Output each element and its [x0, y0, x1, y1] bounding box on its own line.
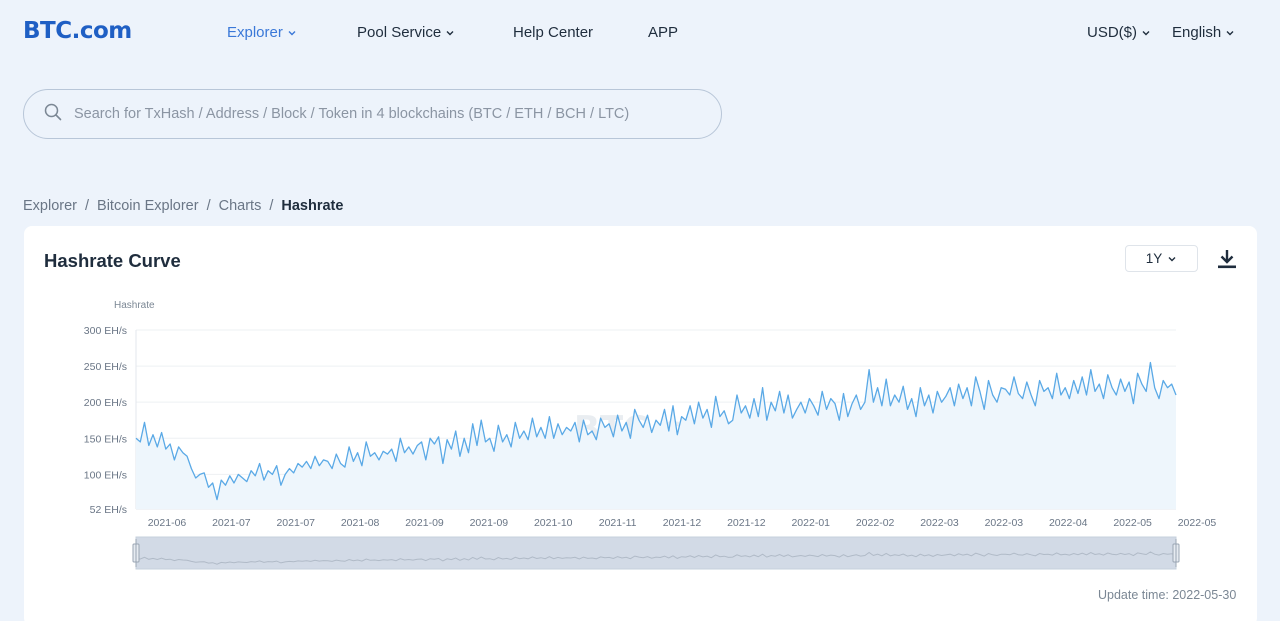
nav-pool-service[interactable]: Pool Service	[357, 24, 455, 41]
y-tick-label: 300 EH/s	[84, 325, 127, 337]
breadcrumb-separator: /	[206, 198, 211, 214]
breadcrumb-separator: /	[269, 198, 274, 214]
breadcrumb-bitcoin-explorer[interactable]: Bitcoin Explorer	[97, 198, 199, 214]
y-tick-label: 250 EH/s	[84, 361, 127, 373]
nav-help-center[interactable]: Help Center	[513, 24, 593, 41]
hashrate-area	[136, 362, 1176, 509]
x-tick-label: 2022-03	[920, 517, 959, 529]
x-tick-label: 2021-11	[599, 517, 637, 529]
y-tick-label: 100 EH/s	[84, 469, 127, 481]
x-tick-label: 2022-05	[1113, 517, 1152, 529]
search-icon	[44, 103, 62, 126]
chevron-down-icon	[1141, 28, 1151, 38]
hashrate-chart: BTC.comHashrate52 EH/s100 EH/s150 EH/s20…	[84, 300, 1217, 570]
currency-label: USD($)	[1087, 24, 1138, 41]
search-input[interactable]	[74, 106, 674, 122]
x-tick-label: 2021-06	[148, 517, 187, 529]
chevron-down-icon	[1225, 28, 1235, 38]
zoom-slider	[135, 536, 1177, 570]
y-tick-label: 52 EH/s	[90, 504, 127, 516]
breadcrumb-charts[interactable]: Charts	[219, 198, 262, 214]
language-label: English	[1172, 24, 1222, 41]
breadcrumb-separator: /	[85, 198, 90, 214]
x-tick-label: 2022-01	[791, 517, 830, 529]
nav-help-center-label: Help Center	[513, 24, 594, 41]
update-time: Update time: 2022-05-30	[1098, 588, 1237, 602]
currency-selector[interactable]: USD($)	[1087, 24, 1151, 41]
breadcrumb-hashrate: Hashrate	[281, 198, 344, 214]
y-axis-label: Hashrate	[114, 300, 155, 311]
y-tick-label: 200 EH/s	[84, 397, 127, 409]
x-tick-label: 2021-12	[663, 517, 702, 529]
chevron-down-icon	[445, 28, 455, 38]
x-tick-label: 2021-08	[341, 517, 380, 529]
x-tick-label: 2021-12	[727, 517, 766, 529]
nav-pool-service-label: Pool Service	[357, 24, 442, 41]
breadcrumb-explorer[interactable]: Explorer	[23, 198, 77, 214]
x-tick-label: 2022-05	[1178, 517, 1217, 529]
search-bar[interactable]	[23, 89, 722, 139]
breadcrumb: Explorer / Bitcoin Explorer / Charts / H…	[23, 198, 343, 214]
chevron-down-icon	[287, 28, 297, 38]
x-tick-label: 2022-03	[985, 517, 1024, 529]
x-tick-label: 2022-04	[1049, 517, 1088, 529]
x-tick-label: 2021-09	[405, 517, 444, 529]
nav-explorer-label: Explorer	[227, 24, 283, 41]
btc-logo[interactable]: BTC.com	[23, 18, 132, 44]
language-selector[interactable]: English	[1172, 24, 1235, 41]
nav-app[interactable]: APP	[648, 24, 678, 41]
x-tick-label: 2021-07	[212, 517, 251, 529]
nav-explorer[interactable]: Explorer	[227, 24, 297, 41]
x-tick-label: 2022-02	[856, 517, 895, 529]
x-tick-label: 2021-09	[470, 517, 509, 529]
y-tick-label: 150 EH/s	[84, 433, 127, 445]
x-tick-label: 2021-10	[534, 517, 573, 529]
x-tick-label: 2021-07	[276, 517, 315, 529]
hashrate-card: Hashrate Curve 1Y BTC.comHashrate52 EH/s…	[24, 226, 1257, 621]
nav-app-label: APP	[648, 24, 679, 41]
